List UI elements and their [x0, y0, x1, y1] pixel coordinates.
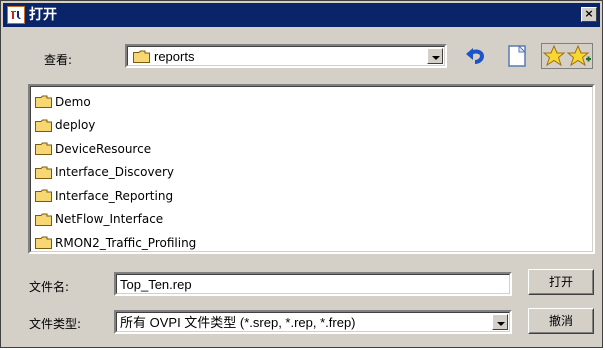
list-item-label: Interface_Reporting — [55, 188, 174, 203]
list-item[interactable]: RMON2_Traffic_Profiling — [35, 232, 196, 252]
folder-icon — [35, 119, 52, 132]
list-item-label: NetFlow_Interface — [55, 212, 164, 226]
cancel-button-label: 撤消 — [548, 314, 573, 328]
list-item-label: DeviceResource — [55, 141, 152, 156]
close-icon: × — [584, 7, 594, 20]
look-in-value: reports — [154, 49, 195, 64]
look-in-label: 查看: — [44, 53, 73, 67]
list-item[interactable]: deploy — [35, 115, 95, 135]
list-item-label: Demo — [55, 94, 91, 109]
file-list[interactable]: Demo deploy DeviceResource Interface_Discov… — [28, 84, 595, 254]
list-item[interactable]: NetFlow_Interface — [35, 209, 163, 229]
favorites-icon — [542, 44, 591, 67]
folder-icon — [35, 166, 52, 179]
close-button[interactable]: × — [581, 7, 597, 22]
folder-icon — [35, 236, 52, 249]
list-item[interactable]: Demo — [35, 91, 91, 111]
cancel-button[interactable]: 撤消 — [528, 308, 594, 334]
chevron-down-icon[interactable] — [492, 314, 508, 330]
folder-icon — [35, 213, 52, 226]
favorites-button[interactable] — [541, 43, 593, 69]
new-folder-icon — [508, 44, 527, 67]
folder-icon — [133, 50, 150, 63]
list-item-label: deploy — [55, 118, 96, 132]
list-item-label: Interface_Discovery — [55, 165, 175, 179]
app-logo-icon — [7, 6, 25, 24]
folder-icon — [35, 189, 52, 202]
open-button[interactable]: 打开 — [528, 269, 594, 295]
back-button[interactable] — [463, 43, 489, 69]
filetype-dropdown[interactable]: 所有 OVPI 文件类型 (*.srep, *.rep, *.frep) — [114, 310, 512, 334]
chevron-down-icon[interactable] — [427, 48, 443, 64]
folder-icon — [35, 142, 52, 155]
list-item[interactable]: Interface_Reporting — [35, 185, 173, 205]
new-folder-button[interactable] — [504, 43, 530, 69]
filetype-value: 所有 OVPI 文件类型 (*.srep, *.rep, *.frep) — [120, 315, 356, 330]
open-button-label: 打开 — [548, 275, 573, 289]
filename-input[interactable]: Top_Ten.rep — [114, 272, 512, 296]
list-item[interactable]: Interface_Discovery — [35, 162, 174, 182]
list-item[interactable]: DeviceResource — [35, 138, 151, 158]
folder-icon — [35, 95, 52, 108]
open-file-dialog: 打开 × 查看: reports Demo deploy DeviceResou… — [0, 0, 603, 348]
list-item-label: RMON2_Traffic_Profiling — [55, 235, 197, 250]
title-bar[interactable]: 打开 × — [3, 3, 600, 27]
look-in-dropdown[interactable]: reports — [125, 44, 447, 68]
filetype-label: 文件类型: — [29, 317, 82, 331]
filename-value[interactable]: Top_Ten.rep — [116, 274, 510, 294]
back-icon — [466, 48, 485, 64]
filename-label: 文件名: — [29, 280, 70, 294]
window-title: 打开 — [29, 7, 57, 23]
